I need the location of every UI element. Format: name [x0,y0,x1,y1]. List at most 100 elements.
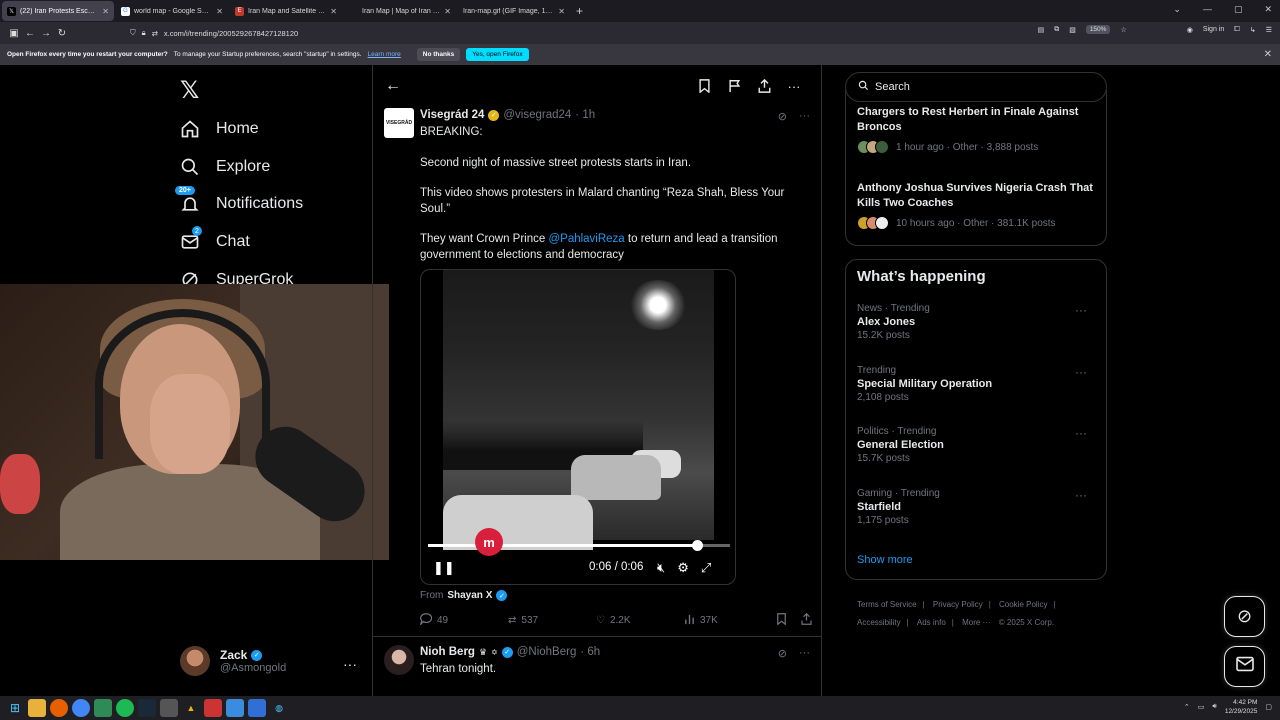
globe-icon[interactable]: ◍ [270,699,288,717]
settings-icon[interactable]: ⚙ [677,560,689,576]
trend-item[interactable]: Trending Special Military Operation 2,10… [857,365,1097,403]
volume-icon[interactable]: 🔊︎ [1212,703,1216,711]
grok-icon[interactable]: ⊘ [778,110,787,123]
firefox-icon[interactable] [50,699,68,717]
flag-icon[interactable] [727,79,741,93]
close-window-icon[interactable]: ✕ [1264,4,1272,15]
bookmark-icon[interactable] [776,613,787,628]
account-icon[interactable]: ◉ [1187,26,1193,34]
repost-button[interactable]: ⇄ 537 [508,613,596,628]
news-item[interactable]: Chargers to Rest Herbert in Finale Again… [857,105,1097,154]
messages-fab-button[interactable] [1224,646,1265,687]
sign-in-label[interactable]: Sign in [1203,26,1224,33]
forward-icon[interactable]: → [38,28,54,39]
url-text[interactable]: x.com/i/trending/2005292678427128120 [164,29,298,38]
tab-list-icon[interactable]: ⌄ [1173,4,1181,15]
more-icon[interactable]: ··· [799,110,810,123]
close-icon[interactable]: ✕ [330,7,337,16]
app-icon[interactable] [94,699,112,717]
network-icon[interactable]: ▭ [1198,703,1205,711]
screenshot-icon[interactable]: ⧉ [1054,26,1059,34]
more-icon[interactable]: ··· [1075,365,1087,379]
news-item[interactable]: Anthony Joshua Survives Nigeria Crash Th… [857,181,1097,230]
author-name[interactable]: Visegrád 24 [420,109,484,121]
account-switcher[interactable]: Zack ✓ @Asmongold ··· [180,646,357,676]
privacy-link[interactable]: Privacy Policy [933,600,983,609]
url-bar[interactable]: ⛉ 🔒︎ ⇄ x.com/i/trending/2005292678427128… [130,25,1160,41]
chrome-icon[interactable] [72,699,90,717]
obs-icon[interactable] [160,699,178,717]
steam-icon[interactable] [138,699,156,717]
post-time[interactable]: · 6h [580,646,600,658]
nav-notifications[interactable]: 20+ Notifications [175,186,303,214]
open-firefox-button[interactable]: Yes, open Firefox [466,48,529,61]
more-icon[interactable]: ··· [799,647,810,660]
zoom-level[interactable]: 150% [1085,25,1111,34]
learn-more-link[interactable]: Learn more [368,51,401,58]
share-icon[interactable] [801,612,812,628]
notes-icon[interactable] [248,699,266,717]
nav-chat[interactable]: 2 Chat [180,226,250,252]
reply-button[interactable]: 49 [419,613,508,628]
photos-icon[interactable] [226,699,244,717]
like-button[interactable]: ♡ 2.2K [596,613,684,628]
chevron-up-icon[interactable]: ⌃ [1184,703,1190,711]
reload-icon[interactable]: ↻ [54,28,70,39]
more-icon[interactable]: ··· [1075,303,1087,317]
terms-link[interactable]: Terms of Service [857,600,917,609]
grok-icon[interactable]: ⊘ [778,647,787,660]
close-icon[interactable]: ✕ [444,7,451,16]
notification-center-icon[interactable]: ▢ [1265,703,1272,711]
video-progress-bar[interactable] [428,540,730,551]
close-icon[interactable]: ✕ [102,7,109,16]
avatar[interactable] [384,645,414,675]
author-name[interactable]: Nioh Berg [420,646,475,658]
windows-start-icon[interactable]: ⊞ [6,699,24,717]
trend-item[interactable]: Politics · Trending General Election 15.… [857,426,1097,464]
browser-tab-4[interactable]: Iran Map | Map of Iran | Collecti ✕ [344,1,456,21]
minimize-icon[interactable]: — [1203,4,1212,15]
browser-tab-5[interactable]: Iran-map.gif (GIF Image, 1000 × 91 ✕ [458,1,570,21]
post-time[interactable]: · 1h [575,109,595,121]
trend-item[interactable]: News · Trending Alex Jones 15.2K posts ·… [857,303,1097,341]
no-thanks-button[interactable]: No thanks [416,48,461,61]
video-player[interactable]: m ❚❚ 0:06 / 0:06 🔇︎ ⚙ ⤢ [420,269,736,585]
views-button[interactable]: 37K [684,613,772,628]
avatar[interactable]: VISEGRÁD [384,108,414,138]
share-icon[interactable] [757,79,771,93]
close-icon[interactable]: ✕ [1264,49,1272,60]
accessibility-link[interactable]: Accessibility [857,618,901,627]
pause-icon[interactable]: ❚❚ [433,560,455,576]
ads-info-link[interactable]: Ads info [917,618,946,627]
author-handle[interactable]: @visegrad24 [503,109,571,121]
close-icon[interactable]: ✕ [216,7,223,16]
clock[interactable]: 4:42 PM 12/29/2025 [1225,698,1258,716]
back-arrow-icon[interactable]: ← [385,77,401,95]
bookmark-star-icon[interactable]: ☆ [1120,26,1126,34]
browser-tab-3[interactable]: E Iran Map and Satellite Image ✕ [230,1,342,21]
shield-icon[interactable]: ⛉ [130,28,136,38]
more-icon[interactable]: ··· [343,656,357,672]
extensions-icon[interactable]: ⧠ [1234,26,1240,34]
grok-fab-button[interactable]: ⊘ [1224,596,1265,637]
close-icon[interactable]: ✕ [558,7,565,16]
back-icon[interactable]: ← [22,28,38,39]
browser-tab-2[interactable]: G world map - Google Search ✕ [116,1,228,21]
folder-icon[interactable] [28,699,46,717]
fullscreen-icon[interactable]: ⤢ [701,560,711,576]
nav-home[interactable]: Home [180,119,259,139]
cookie-link[interactable]: Cookie Policy [999,600,1047,609]
reader-icon[interactable]: ▤ [1038,26,1045,34]
game-icon[interactable] [204,699,222,717]
source-name[interactable]: Shayan X [447,590,492,601]
sidebar-icon[interactable]: ▣ [6,28,22,39]
more-icon[interactable]: ··· [1075,426,1087,440]
mention-link[interactable]: @PahlaviReza [548,233,624,245]
x-logo-icon[interactable]: 𝕏 [180,76,199,105]
more-icon[interactable]: ··· [787,79,801,94]
nav-explore[interactable]: Explore [180,157,270,177]
permissions-icon[interactable]: ⇄ [152,29,158,38]
ext-icon[interactable]: ↳ [1250,26,1256,34]
spotify-icon[interactable] [116,699,134,717]
mute-icon[interactable]: 🔇︎ [657,560,665,576]
